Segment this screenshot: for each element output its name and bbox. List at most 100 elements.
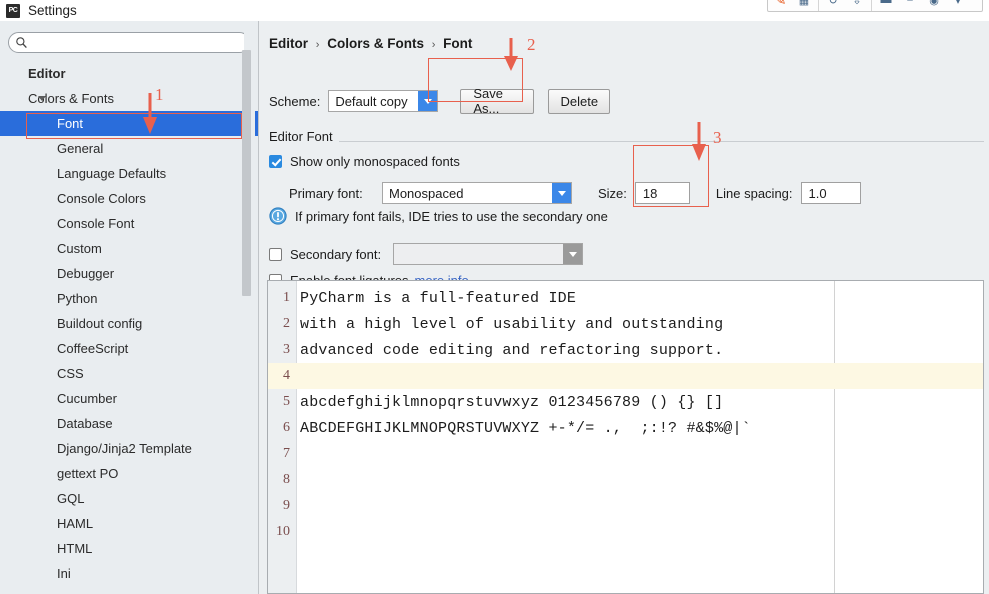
sidebar-item-label: General — [57, 141, 104, 156]
line-number: 6 — [283, 420, 290, 435]
sidebar-item-label: Cucumber — [57, 391, 117, 406]
sidebar-item-label: CSS — [57, 366, 84, 381]
chevron-down-icon[interactable] — [418, 91, 438, 111]
sidebar-item-label: Editor — [28, 66, 66, 81]
window-title: Settings — [28, 3, 77, 18]
sidebar-item-buildout-config[interactable]: Buildout config — [0, 311, 258, 336]
line-spacing-field[interactable]: 1.0 — [800, 182, 861, 204]
line-number: 2 — [283, 316, 290, 331]
annotation-arrow-2 — [504, 38, 518, 71]
chevron-down-icon[interactable]: ▾ — [946, 0, 970, 11]
sidebar-item-custom[interactable]: Custom — [0, 236, 258, 261]
sidebar-item-console-colors[interactable]: Console Colors — [0, 186, 258, 211]
pen-icon[interactable]: ✎ — [768, 0, 792, 11]
annotation-arrow-3 — [692, 122, 706, 161]
sidebar-item-font[interactable]: Font — [0, 111, 258, 136]
primary-font-label: Primary font: — [289, 185, 363, 201]
sidebar-item-label: HTML — [57, 541, 93, 556]
breadcrumb-item-font[interactable]: Font — [443, 36, 472, 51]
sidebar-item-python[interactable]: Python — [0, 286, 258, 311]
show-monospaced-row[interactable]: Show only monospaced fonts — [269, 154, 460, 169]
chevron-down-icon[interactable] — [552, 183, 571, 203]
sidebar-item-gql[interactable]: GQL — [0, 486, 258, 511]
delete-button[interactable]: Delete — [548, 88, 611, 114]
globe-icon[interactable]: ◉ — [922, 0, 946, 11]
download-icon[interactable]: ⇩ — [845, 0, 869, 11]
group-divider — [269, 141, 984, 142]
sidebar-item-ini[interactable]: Ini — [0, 561, 258, 586]
line-number: 10 — [276, 524, 290, 539]
sidebar-item-database[interactable]: Database — [0, 411, 258, 436]
primary-font-info-text: If primary font fails, IDE tries to use … — [295, 208, 608, 224]
sidebar-item-coffeescript[interactable]: CoffeeScript — [0, 336, 258, 361]
line-number: 9 — [283, 498, 290, 513]
sidebar-item-gettext-po[interactable]: gettext PO — [0, 461, 258, 486]
preview-line-text: ABCDEFGHIJKLMNOPQRSTUVWXYZ +-*/= ., ;:!?… — [300, 419, 751, 437]
sidebar-item-django-jinja2-template[interactable]: Django/Jinja2 Template — [0, 436, 258, 461]
scheme-label: Scheme: — [269, 93, 321, 109]
sidebar-item-general[interactable]: General — [0, 136, 258, 161]
minus-icon[interactable]: ▬ — [874, 0, 898, 11]
preview-line-text: with a high level of usability and outst… — [300, 315, 724, 333]
sidebar-item-language-defaults[interactable]: Language Defaults — [0, 161, 258, 186]
secondary-font-label: Secondary font: — [290, 246, 382, 262]
toolbar-divider — [818, 0, 819, 11]
toolbar-divider — [871, 0, 872, 11]
breadcrumb: Editor › Colors & Fonts › Font — [269, 36, 472, 51]
preview-line-text: advanced code editing and refactoring su… — [300, 341, 724, 359]
size-field[interactable]: 18 — [634, 182, 690, 204]
search-input[interactable] — [32, 33, 236, 52]
scheme-row: Scheme: Default copy Save As... Delete — [269, 86, 611, 116]
preview-lines: 1 PyCharm is a full-featured IDE 2 with a h… — [268, 281, 983, 545]
line-number: 8 — [283, 472, 290, 487]
sidebar-item-debugger[interactable]: Debugger — [0, 261, 258, 286]
line-number: 3 — [283, 342, 290, 357]
line-number: 1 — [283, 290, 290, 305]
preview-line: 1 PyCharm is a full-featured IDE — [268, 285, 983, 311]
sidebar-scrollbar-track[interactable] — [242, 21, 255, 594]
preview-line-text: abcdefghijklmnopqrstuvwxyz 0123456789 ()… — [300, 393, 724, 411]
settings-sidebar: Editor Colors & Fonts Font General Language … — [0, 21, 259, 594]
sidebar-item-haml[interactable]: HAML — [0, 511, 258, 536]
scheme-combobox[interactable]: Default copy — [328, 90, 439, 112]
line-number: 7 — [283, 446, 290, 461]
secondary-font-checkbox[interactable] — [269, 247, 282, 261]
sidebar-item-label: HAML — [57, 516, 94, 531]
annotation-number-3: 3 — [713, 128, 722, 147]
sidebar-item-label: CoffeeScript — [57, 341, 129, 356]
primary-font-info-row: If primary font fails, IDE tries to use … — [269, 207, 608, 225]
sidebar-item-console-font[interactable]: Console Font — [0, 211, 258, 236]
breadcrumb-separator: › — [315, 39, 320, 51]
search-box[interactable] — [8, 32, 250, 53]
sidebar-item-label: Custom — [57, 241, 102, 256]
secondary-font-combobox[interactable] — [393, 243, 583, 265]
show-monospaced-checkbox[interactable] — [269, 155, 282, 168]
chevron-down-icon[interactable] — [38, 96, 46, 101]
sidebar-item-label: Python — [57, 291, 98, 306]
abc-icon[interactable]: ⎯ — [898, 0, 922, 11]
search-icon — [16, 37, 27, 48]
chevron-down-icon[interactable] — [563, 244, 582, 264]
breadcrumb-item-colors-fonts[interactable]: Colors & Fonts — [327, 36, 424, 51]
preview-line: 8 — [268, 467, 983, 493]
primary-font-combobox[interactable]: Monospaced — [382, 182, 572, 204]
sidebar-item-colors-fonts[interactable]: Colors & Fonts — [0, 86, 258, 111]
pc-icon[interactable]: ▦ — [792, 0, 816, 11]
preview-line: 6 ABCDEFGHIJKLMNOPQRSTUVWXYZ +-*/= ., ;:!… — [268, 415, 983, 441]
floating-toolbar[interactable]: ✎ ▦ ↻ ⇩ ▬ ⎯ ◉ ▾ — [767, 0, 983, 12]
sidebar-scrollbar-thumb[interactable] — [242, 50, 251, 296]
sidebar-item-label: Console Font — [57, 216, 135, 231]
sidebar-item-cucumber[interactable]: Cucumber — [0, 386, 258, 411]
sidebar-item-label: Font — [57, 116, 84, 131]
font-preview-editor[interactable]: 1 PyCharm is a full-featured IDE 2 with a h… — [267, 280, 984, 594]
annotation-number-1: 1 — [155, 85, 164, 104]
sidebar-item-css[interactable]: CSS — [0, 361, 258, 386]
sidebar-item-editor[interactable]: Editor — [0, 61, 258, 86]
save-as-button[interactable]: Save As... — [460, 86, 535, 116]
line-number: 4 — [283, 368, 290, 383]
sidebar-item-html[interactable]: HTML — [0, 536, 258, 561]
refresh-icon[interactable]: ↻ — [821, 0, 845, 11]
preview-line: 9 — [268, 493, 983, 519]
breadcrumb-item-editor[interactable]: Editor — [269, 36, 308, 51]
secondary-font-row[interactable]: Secondary font: — [269, 243, 583, 265]
